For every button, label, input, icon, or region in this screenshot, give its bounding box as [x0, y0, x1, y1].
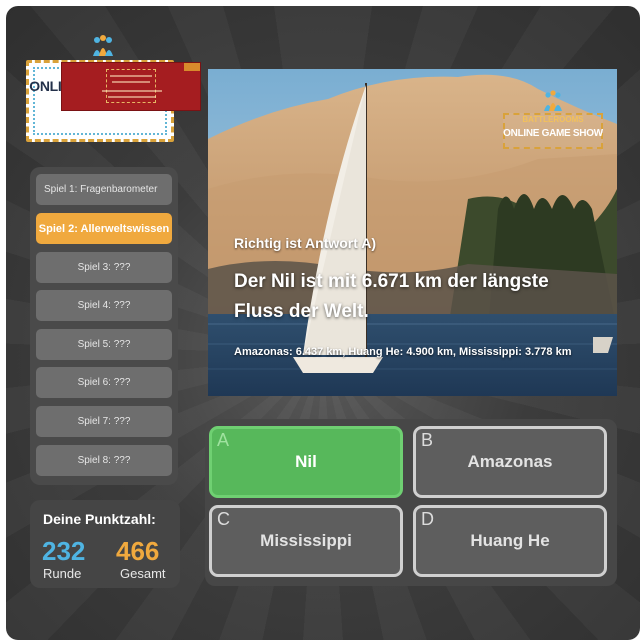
sidebar-item-label: Spiel 1: Fragenbarometer	[44, 184, 158, 195]
score-title: Deine Punktzahl:	[43, 511, 156, 527]
answer-note: Amazonas: 6.437 km, Huang He: 4.900 km, …	[234, 346, 572, 358]
sidebar-item-spiel-6[interactable]: Spiel 6: ???	[36, 367, 172, 398]
sidebar-item-spiel-3[interactable]: Spiel 3: ???	[36, 252, 172, 283]
sidebar-item-label: Spiel 2: Allerweltswissen	[38, 222, 170, 235]
option-text: Nil	[295, 452, 317, 471]
sidebar-item-spiel-7[interactable]: Spiel 7: ???	[36, 406, 172, 437]
sidebar-item-label: Spiel 5: ???	[77, 339, 131, 350]
round-score: 232	[42, 536, 86, 566]
sidebar-item-label: Spiel 7: ???	[77, 416, 131, 427]
answer-option-c[interactable]: C Mississippi	[209, 505, 403, 577]
sidebar-item-label: Spiel 4: ???	[77, 300, 131, 311]
answer-option-a[interactable]: A Nil	[209, 426, 403, 498]
sidebar-item-spiel-5[interactable]: Spiel 5: ???	[36, 329, 172, 360]
answer-panel: A Nil B Amazonas C Mississippi D Huang H…	[205, 419, 617, 586]
question-image: BATTLEROOMS ONLINE GAME SHOW Richtig ist…	[208, 69, 617, 396]
promo-banner[interactable]	[61, 62, 201, 111]
people-icon	[544, 90, 562, 111]
answer-option-d[interactable]: D Huang He	[413, 505, 607, 577]
answer-heading: Richtig ist Antwort A)	[234, 235, 377, 251]
answer-fact: Der Nil ist mit 6.671 km der längste Flu…	[234, 271, 549, 322]
answer-option-b[interactable]: B Amazonas	[413, 426, 607, 498]
badge-line-1: BATTLEROOMS	[522, 115, 584, 124]
sidebar-item-label: Spiel 8: ???	[77, 455, 131, 466]
people-icon	[93, 35, 113, 56]
sidebar-item-spiel-8[interactable]: Spiel 8: ???	[36, 445, 172, 476]
score-panel: Deine Punktzahl: 232 466 Runde Gesamt	[30, 500, 180, 588]
total-label: Gesamt	[120, 566, 166, 581]
badge-line-2: ONLINE GAME SHOW	[503, 128, 603, 139]
option-text: Huang He	[470, 531, 550, 550]
option-text: Mississippi	[260, 531, 352, 550]
sidebar-item-spiel-2[interactable]: Spiel 2: Allerweltswissen	[36, 213, 172, 244]
round-label: Runde	[43, 566, 82, 581]
sidebar-item-spiel-1[interactable]: Spiel 1: Fragenbarometer	[36, 174, 172, 205]
total-score: 466	[116, 536, 160, 566]
game-list-sidebar: Spiel 1: Fragenbarometer Spiel 2: Allerw…	[30, 167, 178, 485]
option-text: Amazonas	[467, 452, 553, 471]
sidebar-item-spiel-4[interactable]: Spiel 4: ???	[36, 290, 172, 321]
sidebar-item-label: Spiel 6: ???	[77, 377, 131, 388]
show-badge: BATTLEROOMS ONLINE GAME SHOW	[503, 89, 603, 151]
sidebar-item-label: Spiel 3: ???	[77, 262, 131, 273]
promo-ribbon	[184, 63, 200, 71]
